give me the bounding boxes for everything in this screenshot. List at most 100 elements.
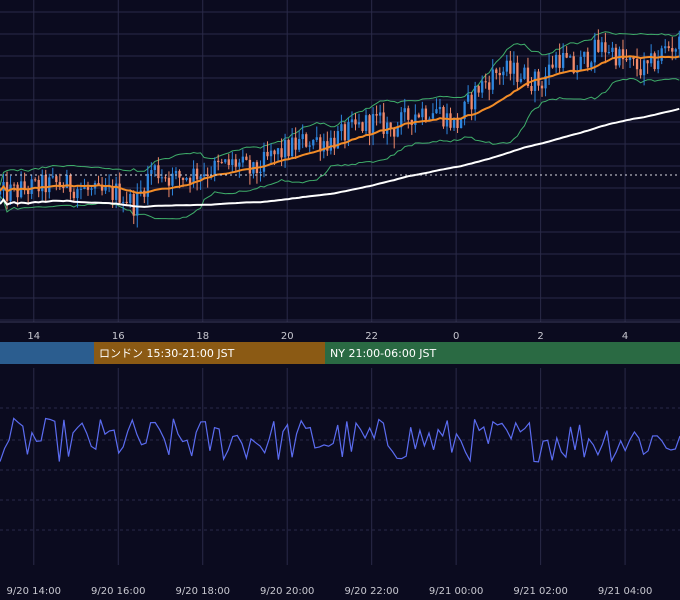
candle-body [628, 57, 632, 61]
candle-body [459, 119, 463, 128]
candle-body [590, 62, 593, 68]
date-tick-label: 9/21 04:00 [598, 586, 652, 597]
candle-body [202, 174, 206, 177]
candle-body [294, 137, 297, 150]
candle-body [583, 51, 586, 57]
candle-body [417, 114, 421, 118]
candle-body [579, 56, 582, 71]
candle-body [224, 159, 227, 163]
candle-body [435, 109, 438, 114]
candle-body [55, 176, 58, 183]
candle-body [153, 165, 157, 171]
candle-body [44, 175, 47, 193]
candle-body [551, 64, 554, 68]
date-tick-label: 9/20 14:00 [7, 586, 61, 597]
candle-body [329, 137, 333, 151]
candle-body [167, 177, 171, 186]
time-tick-label: 16 [112, 331, 125, 342]
candle-body [111, 186, 114, 200]
candle-body [245, 156, 248, 160]
candle-body [195, 168, 199, 180]
candle-body [653, 53, 656, 70]
candle-body [625, 59, 628, 61]
time-tick-label: 0 [453, 331, 459, 342]
candle-body [76, 189, 79, 199]
session-bar: ロンドン 15:30-21:00 JST NY 21:00-06:00 JST [0, 342, 680, 364]
candle-body [505, 60, 508, 72]
candle-body [569, 56, 572, 58]
candle-body [449, 113, 452, 128]
candle-body [607, 51, 611, 53]
session-label: NY 21:00-06:00 JST [330, 347, 437, 360]
date-tick-label: 9/20 22:00 [344, 586, 398, 597]
candle-body [69, 174, 72, 192]
candle-body [30, 179, 33, 195]
candle-body [407, 108, 410, 120]
candle-body [298, 139, 301, 150]
candle-body [301, 134, 304, 140]
candle-body [565, 52, 568, 58]
candle-body [308, 145, 311, 147]
candle-body [600, 42, 604, 52]
candle-body [259, 171, 262, 174]
time-tick-label: 4 [622, 331, 628, 342]
candle-body [671, 48, 674, 52]
candle-body [136, 192, 139, 216]
date-tick-label: 9/20 16:00 [91, 586, 145, 597]
candle-body [241, 156, 245, 163]
candle-body [639, 69, 642, 76]
candle-body [41, 175, 44, 192]
candle-body [146, 173, 149, 197]
candle-body [642, 60, 646, 76]
time-tick-label: 14 [27, 331, 40, 342]
candle-body [509, 60, 512, 74]
candle-body [129, 194, 132, 204]
candle-body [364, 115, 368, 131]
candle-body [122, 201, 125, 203]
candle-body [614, 47, 618, 66]
candle-body [266, 151, 269, 157]
candle-body [421, 108, 424, 118]
candle-body [160, 177, 164, 179]
date-tick-label: 9/20 20:00 [260, 586, 314, 597]
candle-body [305, 134, 308, 147]
candle-body [79, 188, 83, 190]
candle-body [185, 177, 188, 180]
time-tick-label: 18 [196, 331, 209, 342]
candle-body [386, 122, 389, 134]
candle-body [132, 194, 135, 216]
candle-body [403, 108, 406, 113]
time-tick-label: 20 [281, 331, 294, 342]
date-tick-label: 9/21 00:00 [429, 586, 483, 597]
candle-body [118, 183, 121, 203]
candle-body [72, 191, 76, 199]
candle-body [593, 39, 596, 63]
candle-body [611, 47, 614, 52]
candle-body [558, 54, 561, 68]
candle-body [473, 86, 477, 110]
candle-body [192, 168, 195, 184]
candle-body [213, 160, 216, 176]
candle-body [164, 177, 167, 179]
candle-body [470, 94, 473, 110]
candle-body [530, 85, 533, 91]
candle-body [424, 108, 428, 120]
candle-body [26, 190, 30, 195]
candle-body [477, 86, 480, 93]
candle-body [466, 94, 470, 102]
candle-body [157, 165, 160, 179]
session-block [0, 342, 94, 364]
time-tick-label: 22 [365, 331, 378, 342]
candle-body [396, 127, 399, 137]
candle-body [495, 69, 498, 73]
chart-canvas: 14 16 18 20 22 0 2 4 ロンドン 15:30-21:00 JST NY 21:… [0, 0, 680, 600]
candle-body [188, 177, 192, 184]
candle-body [438, 106, 442, 110]
candle-body [646, 60, 649, 64]
candle-body [90, 188, 93, 190]
candle-body [491, 69, 494, 90]
candle-body [502, 71, 505, 76]
candle-body [238, 162, 241, 167]
candle-body [488, 82, 491, 90]
candle-body [181, 177, 185, 180]
